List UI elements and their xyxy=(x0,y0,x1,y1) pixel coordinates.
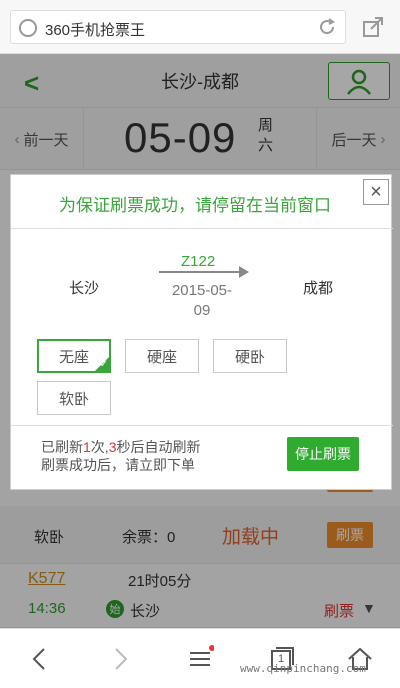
route-arrow xyxy=(159,271,243,273)
seat-option-soft-sleeper[interactable]: 软卧 xyxy=(37,381,111,415)
refresh-count: 1 xyxy=(83,439,91,455)
seat-option-hard-sleeper[interactable]: 硬卧 xyxy=(213,339,287,373)
dialog-train-number: Z122 xyxy=(181,253,216,270)
browser-bar: 360手机抢票王 xyxy=(0,0,400,54)
dialog-date-line1: 2015-05- xyxy=(171,282,233,299)
status-mid: 次, xyxy=(90,439,109,455)
seat-option-label: 硬卧 xyxy=(234,348,265,366)
seat-option-label: 软卧 xyxy=(58,390,89,408)
menu-icon[interactable] xyxy=(186,645,214,673)
dialog-header: 为保证刷票成功，请停留在当前窗口 × xyxy=(11,175,393,229)
to-station: 成都 xyxy=(303,280,334,297)
globe-icon xyxy=(19,19,37,37)
address-text: 360手机抢票王 xyxy=(45,22,146,39)
from-station: 长沙 xyxy=(69,280,100,297)
status-prefix: 已刷新 xyxy=(41,439,83,455)
status-suffix: 秒后自动刷新 xyxy=(116,439,201,455)
dialog-title: 为保证刷票成功，请停留在当前窗口 xyxy=(59,196,331,215)
dialog-divider xyxy=(11,425,393,426)
dialog-date-line2: 09 xyxy=(193,302,211,319)
arrow-head-icon xyxy=(239,266,249,278)
refresh-dialog: 为保证刷票成功，请停留在当前窗口 × 长沙 Z122 2015-05- 09 成… xyxy=(10,174,393,490)
share-icon[interactable] xyxy=(362,16,384,38)
seat-option-label: 硬座 xyxy=(146,348,177,366)
forward-chevron-icon[interactable] xyxy=(106,645,134,673)
watermark: www.qinpinchang.com xyxy=(240,662,366,675)
close-icon[interactable]: × xyxy=(363,179,389,205)
checkmark-icon: ✓ xyxy=(99,359,108,370)
seat-option-hard-seat[interactable]: 硬座 xyxy=(125,339,199,373)
refresh-status: 已刷新1次,3秒后自动刷新 xyxy=(41,437,200,457)
seat-option-label: 无座 xyxy=(58,348,89,366)
browser-toolbar: 1 xyxy=(0,628,400,688)
address-bar[interactable]: 360手机抢票王 xyxy=(10,10,346,44)
refresh-hint: 刷票成功后，请立即下单 xyxy=(41,457,195,473)
seat-option-no-seat[interactable]: 无座 ✓ xyxy=(37,339,111,373)
stop-refresh-button[interactable]: 停止刷票 xyxy=(287,437,359,471)
reload-icon[interactable] xyxy=(317,17,337,37)
dialog-date: 2015-05- 09 xyxy=(159,281,245,321)
back-icon[interactable] xyxy=(26,645,54,673)
